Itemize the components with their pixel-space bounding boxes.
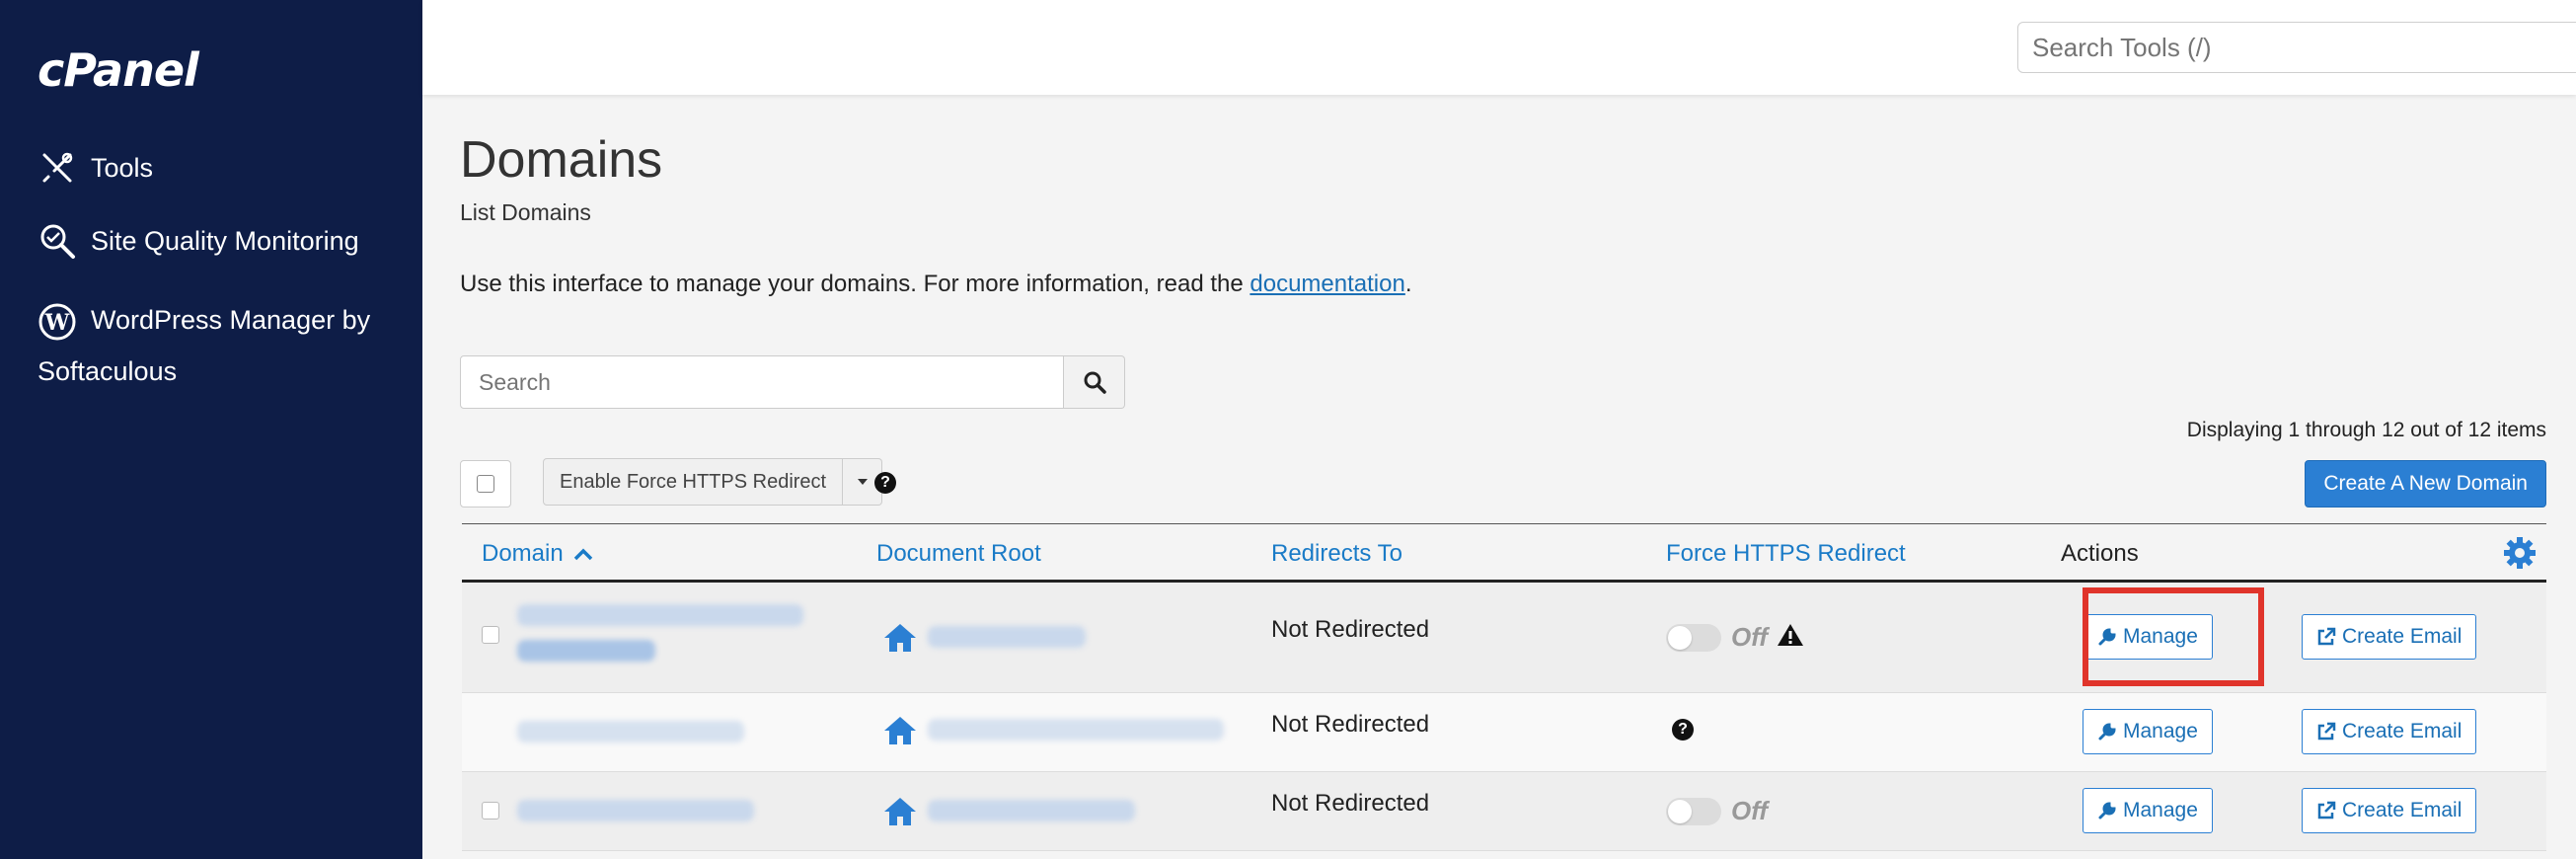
help-icon[interactable]: ? bbox=[1672, 719, 1694, 741]
top-bar bbox=[422, 0, 2576, 95]
create-email-button[interactable]: Create Email bbox=[2302, 709, 2477, 754]
domain-name-redacted bbox=[517, 721, 744, 742]
row-checkbox[interactable] bbox=[482, 802, 499, 820]
page-subtitle: List Domains bbox=[460, 199, 591, 225]
external-link-icon bbox=[2317, 801, 2336, 820]
external-link-icon bbox=[2317, 627, 2336, 646]
select-all-checkbox[interactable] bbox=[460, 460, 511, 508]
table-header: Domain Document Root Redirects To Force … bbox=[462, 523, 2546, 583]
domain-tag-redacted bbox=[517, 640, 655, 662]
wordpress-icon: W bbox=[38, 302, 77, 342]
manage-label: Manage bbox=[2123, 799, 2198, 821]
sidebar-item-wordpress-manager[interactable]: W WordPress Manager by Softaculous bbox=[38, 294, 393, 397]
create-email-button[interactable]: Create Email bbox=[2302, 788, 2477, 833]
wrench-icon bbox=[2098, 628, 2116, 646]
domain-name-redacted bbox=[517, 604, 803, 626]
home-icon bbox=[884, 717, 916, 744]
manage-label: Manage bbox=[2123, 720, 2198, 742]
help-icon[interactable]: ? bbox=[874, 472, 896, 494]
home-icon bbox=[884, 624, 916, 652]
create-email-label: Create Email bbox=[2342, 799, 2462, 821]
table-settings-button[interactable] bbox=[2503, 536, 2537, 575]
sidebar-item-label: WordPress Manager by Softaculous bbox=[38, 305, 371, 386]
search-tools-input[interactable] bbox=[2017, 22, 2576, 73]
sidebar-item-tools[interactable]: Tools bbox=[38, 148, 153, 188]
force-https-status: Off bbox=[1731, 622, 1769, 652]
sidebar: cPanel Tools Site Quality Monitoring W W… bbox=[0, 0, 422, 859]
gear-icon bbox=[2504, 537, 2536, 569]
home-icon bbox=[884, 798, 916, 825]
document-root-link[interactable] bbox=[928, 800, 1135, 821]
enable-force-https-button[interactable]: Enable Force HTTPS Redirect bbox=[543, 458, 844, 506]
sort-ascending-icon bbox=[574, 548, 593, 561]
create-email-button[interactable]: Create Email bbox=[2302, 614, 2477, 660]
domain-search bbox=[460, 355, 1125, 409]
create-email-label: Create Email bbox=[2342, 720, 2462, 742]
domain-name-redacted bbox=[517, 800, 754, 821]
wrench-icon bbox=[2098, 802, 2116, 820]
sidebar-item-site-quality[interactable]: Site Quality Monitoring bbox=[38, 221, 359, 261]
caret-down-icon bbox=[857, 479, 868, 485]
manage-button[interactable]: Manage bbox=[2083, 788, 2213, 833]
intro-text: Use this interface to manage your domain… bbox=[460, 271, 1412, 298]
search-button[interactable] bbox=[1064, 355, 1125, 409]
manage-label: Manage bbox=[2123, 625, 2198, 648]
page-title: Domains bbox=[460, 131, 663, 189]
manage-button[interactable]: Manage bbox=[2083, 614, 2213, 660]
sidebar-item-label: Tools bbox=[91, 152, 154, 183]
table-row: Not Redirected Off Manage Create Email bbox=[462, 583, 2546, 693]
search-quality-icon bbox=[38, 221, 77, 261]
table-row: Not Redirected Off Manage Create Email bbox=[462, 772, 2546, 851]
redirects-to-value: Not Redirected bbox=[1271, 711, 1430, 738]
wrench-icon bbox=[2098, 723, 2116, 741]
documentation-link[interactable]: documentation bbox=[1250, 271, 1404, 297]
column-header-force-https[interactable]: Force HTTPS Redirect bbox=[1666, 540, 1906, 568]
document-root-link[interactable] bbox=[928, 626, 1086, 648]
intro-end: . bbox=[1404, 271, 1412, 297]
bulk-action-group: Enable Force HTTPS Redirect bbox=[543, 458, 883, 506]
svg-text:W: W bbox=[44, 310, 70, 336]
pagination-summary: Displaying 1 through 12 out of 12 items bbox=[2186, 419, 2546, 441]
cpanel-logo[interactable]: cPanel bbox=[38, 43, 199, 97]
sidebar-item-label: Site Quality Monitoring bbox=[91, 225, 359, 256]
column-header-label: Domain bbox=[482, 540, 564, 567]
checkbox-box bbox=[477, 475, 494, 493]
column-header-document-root[interactable]: Document Root bbox=[876, 540, 1041, 568]
column-header-domain[interactable]: Domain bbox=[482, 540, 593, 568]
domains-table: Domain Document Root Redirects To Force … bbox=[462, 523, 2546, 851]
row-checkbox[interactable] bbox=[482, 626, 499, 644]
redirects-to-value: Not Redirected bbox=[1271, 790, 1430, 817]
domain-search-input[interactable] bbox=[460, 355, 1064, 409]
warning-icon[interactable] bbox=[1777, 622, 1804, 648]
external-link-icon bbox=[2317, 722, 2336, 741]
document-root-link[interactable] bbox=[928, 719, 1224, 741]
redirects-to-value: Not Redirected bbox=[1271, 616, 1430, 643]
main-content: Domains List Domains Use this interface … bbox=[422, 95, 2576, 859]
manage-button[interactable]: Manage bbox=[2083, 709, 2213, 754]
column-header-actions: Actions bbox=[2061, 540, 2139, 567]
force-https-toggle[interactable] bbox=[1666, 624, 1721, 652]
force-https-status: Off bbox=[1731, 796, 1769, 825]
intro-body: Use this interface to manage your domain… bbox=[460, 271, 1250, 297]
search-icon bbox=[1084, 371, 1106, 394]
create-new-domain-button[interactable]: Create A New Domain bbox=[2305, 460, 2546, 508]
column-header-redirects-to[interactable]: Redirects To bbox=[1271, 540, 1402, 568]
tools-icon bbox=[38, 148, 77, 188]
force-https-toggle[interactable] bbox=[1666, 798, 1721, 825]
table-row: Not Redirected ? Manage Create Email bbox=[462, 693, 2546, 772]
create-email-label: Create Email bbox=[2342, 625, 2462, 648]
